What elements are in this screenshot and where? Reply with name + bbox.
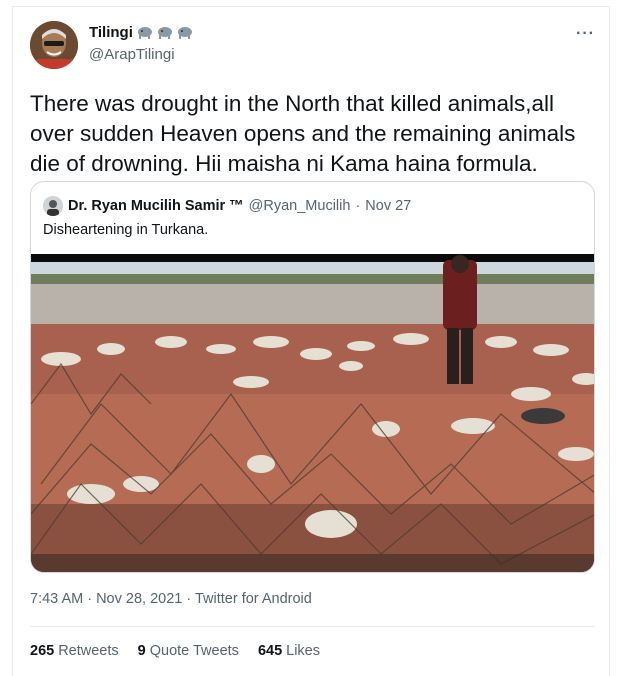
retweets-stat[interactable]: 265 Retweets — [30, 643, 119, 659]
retweets-count: 265 — [30, 643, 55, 659]
quoted-tweet-header: Dr. Ryan Mucilih Samir ™ @Ryan_Mucilih ·… — [43, 196, 411, 216]
quoted-date: Nov 27 — [365, 198, 412, 214]
likes-stat[interactable]: 645 Likes — [258, 643, 320, 659]
tweet-text: There was drought in the North that kill… — [30, 91, 576, 176]
likes-label: Likes — [286, 643, 320, 659]
quoted-separator: · — [355, 198, 361, 214]
retweets-label: Retweets — [58, 643, 119, 659]
tweet-card: Tilingi @ArapTilingi ··· There was droug… — [12, 6, 610, 676]
quote-tweets-count: 9 — [137, 643, 146, 659]
elephant-icon — [177, 27, 192, 39]
elephant-icon — [157, 27, 172, 39]
quoted-tweet[interactable]: Dr. Ryan Mucilih Samir ™ @Ryan_Mucilih ·… — [30, 181, 595, 573]
quote-tweets-label: Quote Tweets — [149, 643, 239, 659]
quoted-tweet-text: Disheartening in Turkana. — [43, 222, 209, 238]
divider — [30, 626, 595, 627]
elephant-icon — [137, 27, 152, 39]
author-avatar[interactable] — [30, 21, 78, 69]
quoted-author-avatar — [43, 196, 63, 216]
tweet-timestamp[interactable]: 7:43 AM · Nov 28, 2021 · Twitter for And… — [30, 591, 312, 607]
tweet-stats: 265 Retweets 9 Quote Tweets 645 Likes — [30, 643, 320, 659]
quoted-media-image[interactable] — [31, 254, 594, 572]
quoted-author-name: Dr. Ryan Mucilih Samir ™ — [68, 198, 244, 214]
quoted-author-handle: @Ryan_Mucilih — [248, 198, 351, 214]
author-handle[interactable]: @ArapTilingi — [89, 46, 175, 63]
more-dots-icon[interactable]: ··· — [576, 25, 595, 43]
author-name-row[interactable]: Tilingi — [89, 24, 193, 41]
author-name[interactable]: Tilingi — [89, 24, 133, 41]
quote-tweets-stat[interactable]: 9 Quote Tweets — [138, 643, 239, 659]
likes-count: 645 — [257, 643, 283, 659]
